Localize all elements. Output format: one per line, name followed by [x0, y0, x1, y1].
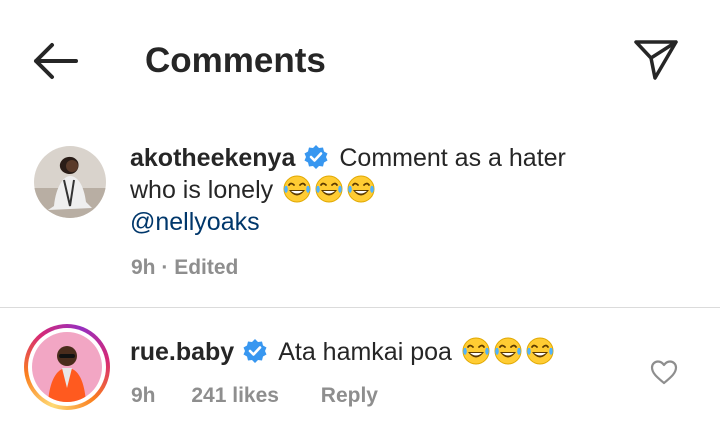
- profile-photo: [32, 332, 102, 402]
- laughing-emoji-icon: [525, 336, 555, 366]
- paper-plane-icon: [634, 40, 678, 80]
- avatar-akotheekenya[interactable]: [34, 146, 106, 218]
- meta-separator: ·: [161, 256, 169, 279]
- caption-divider: [0, 307, 720, 308]
- like-comment-button[interactable]: [648, 356, 680, 388]
- heart-outline-icon: [650, 360, 678, 385]
- page-title: Comments: [145, 41, 326, 80]
- laughing-emoji-icon: [461, 336, 491, 366]
- caption-time: 9h: [131, 256, 156, 279]
- comment-likes[interactable]: 241 likes: [191, 384, 279, 407]
- laughing-emoji-icon: [282, 174, 312, 204]
- arrow-left-icon: [34, 43, 78, 79]
- comment-meta: 9h 241 likes Reply: [131, 384, 378, 408]
- edited-label: Edited: [174, 256, 239, 279]
- caption-meta: 9h · Edited: [131, 256, 238, 280]
- back-button[interactable]: [28, 38, 84, 84]
- comment-time: 9h: [131, 384, 156, 407]
- verified-badge-icon: [242, 338, 268, 364]
- caption-text: akotheekenya Comment as a hater who is lo…: [130, 142, 690, 238]
- laughing-emoji-icon: [314, 174, 344, 204]
- caption-username[interactable]: akotheekenya: [130, 144, 295, 172]
- reply-button[interactable]: Reply: [321, 384, 378, 407]
- caption-text-line1: Comment as a hater: [339, 144, 566, 172]
- comment-body: rue.baby Ata hamkai poa: [130, 336, 555, 368]
- verified-badge-icon: [303, 144, 329, 170]
- comment-text: Ata hamkai poa: [278, 338, 452, 366]
- comments-header: Comments: [0, 0, 720, 120]
- caption-text-line2: who is lonely: [130, 176, 274, 204]
- profile-photo: [34, 146, 106, 218]
- laughing-emoji-icon: [493, 336, 523, 366]
- avatar-rue-baby: [32, 332, 102, 402]
- avatar-story-ring[interactable]: [24, 324, 110, 410]
- mention-link[interactable]: @nellyoaks: [130, 208, 260, 236]
- laughing-emoji-icon: [346, 174, 376, 204]
- share-button[interactable]: [628, 32, 684, 88]
- comment-username[interactable]: rue.baby: [130, 338, 234, 366]
